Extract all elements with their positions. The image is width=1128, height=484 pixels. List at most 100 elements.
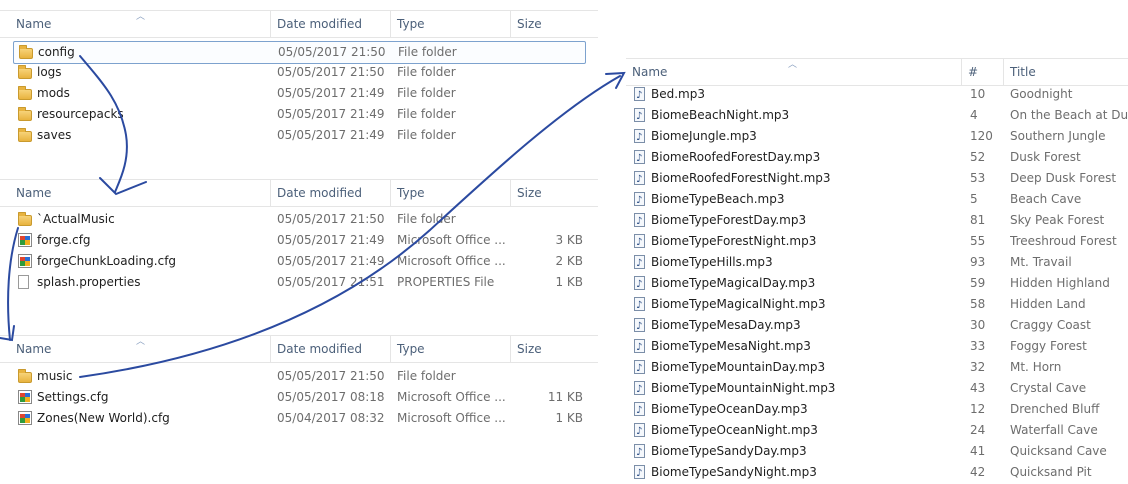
file-row[interactable]: splash.properties 05/05/2017 21:51 PROPERT… xyxy=(0,272,598,293)
track-title: Hidden Land xyxy=(1010,297,1086,311)
file-name: BiomeJungle.mp3 xyxy=(651,129,757,143)
column-header-bar: ︿ Name Date modified Type Size xyxy=(0,10,598,38)
music-file-row[interactable]: Bed.mp3 10 Goodnight xyxy=(626,84,1128,106)
file-row[interactable]: forge.cfg 05/05/2017 21:49 Microsoft Offic… xyxy=(0,230,598,251)
column-header-date[interactable]: Date modified xyxy=(271,11,391,37)
music-file-row[interactable]: BiomeTypeSandyDay.mp3 41 Quicksand Cave xyxy=(626,441,1128,463)
file-name: Zones(New World).cfg xyxy=(37,411,170,425)
file-date-modified: 05/05/2017 21:49 xyxy=(277,128,385,142)
file-row[interactable]: logs 05/05/2017 21:50 File folder xyxy=(0,62,598,83)
file-type: File folder xyxy=(397,86,456,100)
column-header-name[interactable]: Name xyxy=(10,180,271,206)
arrow-music-to-pane4-head xyxy=(605,71,626,89)
column-header-name[interactable]: Name xyxy=(626,59,962,85)
file-name: BiomeTypeBeach.mp3 xyxy=(651,192,785,206)
track-number: 52 xyxy=(970,150,986,164)
track-title: Treeshroud Forest xyxy=(1010,234,1117,248)
music-file-row[interactable]: BiomeTypeForestNight.mp3 55 Treeshroud For… xyxy=(626,231,1128,253)
explorer-pane-actualmusic: ︿ Name Date modified Type Size music 05/0… xyxy=(0,335,598,435)
folder-icon xyxy=(18,128,32,142)
music-file-row[interactable]: BiomeRoofedForestNight.mp3 53 Deep Dusk Fo… xyxy=(626,168,1128,190)
file-size: 3 KB xyxy=(555,233,583,247)
track-number: 24 xyxy=(970,423,986,437)
file-name: BiomeTypeSandyDay.mp3 xyxy=(651,444,807,458)
music-file-row[interactable]: BiomeTypeHills.mp3 93 Mt. Travail xyxy=(626,252,1128,274)
file-row[interactable]: Settings.cfg 05/05/2017 08:18 Microsoft Of… xyxy=(0,387,598,408)
file-row[interactable]: mods 05/05/2017 21:49 File folder xyxy=(0,83,598,104)
music-file-row[interactable]: BiomeTypeMesaNight.mp3 33 Foggy Forest xyxy=(626,336,1128,358)
column-header-track-number[interactable]: # xyxy=(962,59,1004,85)
file-row[interactable]: saves 05/05/2017 21:49 File folder xyxy=(0,125,598,146)
music-file-row[interactable]: BiomeTypeMagicalDay.mp3 59 Hidden Highland xyxy=(626,273,1128,295)
file-size: 11 KB xyxy=(547,390,583,404)
file-row[interactable]: Zones(New World).cfg 05/04/2017 08:32 Micr… xyxy=(0,408,598,429)
file-date-modified: 05/05/2017 21:50 xyxy=(277,65,385,79)
mp3-file-icon xyxy=(634,169,645,190)
track-title: Dusk Forest xyxy=(1010,150,1081,164)
column-header-name[interactable]: Name xyxy=(10,11,271,37)
music-file-row[interactable]: BiomeTypeMagicalNight.mp3 58 Hidden Land xyxy=(626,294,1128,316)
mp3-file-icon xyxy=(634,400,645,421)
file-row[interactable]: music 05/05/2017 21:50 File folder xyxy=(0,366,598,387)
file-row[interactable]: resourcepacks 05/05/2017 21:49 File folder xyxy=(0,104,598,125)
file-row[interactable]: `ActualMusic 05/05/2017 21:50 File folder xyxy=(0,209,598,230)
file-name: mods xyxy=(37,86,70,100)
music-file-row[interactable]: BiomeTypeMountainNight.mp3 43 Crystal Cave xyxy=(626,378,1128,400)
file-row[interactable]: config 05/05/2017 21:50 File folder xyxy=(13,41,586,64)
music-file-row[interactable]: BiomeTypeForestDay.mp3 81 Sky Peak Forest xyxy=(626,210,1128,232)
file-date-modified: 05/05/2017 21:49 xyxy=(277,254,385,268)
track-title: Goodnight xyxy=(1010,87,1073,101)
column-header-size[interactable]: Size xyxy=(511,180,598,206)
music-file-row[interactable]: BiomeRoofedForestDay.mp3 52 Dusk Forest xyxy=(626,147,1128,169)
track-title: Hidden Highland xyxy=(1010,276,1110,290)
column-header-size[interactable]: Size xyxy=(511,11,598,37)
music-file-row[interactable]: BiomeTypeSandyNight.mp3 42 Quicksand Pit xyxy=(626,462,1128,484)
file-size xyxy=(511,125,583,146)
file-name: Settings.cfg xyxy=(37,390,109,404)
cfg-file-icon xyxy=(18,254,32,268)
music-file-row[interactable]: BiomeTypeOceanNight.mp3 24 Waterfall Cave xyxy=(626,420,1128,442)
track-title: Mt. Travail xyxy=(1010,255,1072,269)
file-type: Microsoft Office ... xyxy=(397,390,506,404)
column-header-type[interactable]: Type xyxy=(391,180,511,206)
file-name: BiomeTypeMesaNight.mp3 xyxy=(651,339,811,353)
column-header-name[interactable]: Name xyxy=(10,336,271,362)
cfg-file-icon xyxy=(18,411,32,425)
folder-icon xyxy=(19,45,33,59)
column-header-date[interactable]: Date modified xyxy=(271,336,391,362)
music-file-row[interactable]: BiomeTypeOceanDay.mp3 12 Drenched Bluff xyxy=(626,399,1128,421)
explorer-pane-root: ︿ Name Date modified Type Size config 05/… xyxy=(0,10,598,150)
track-number: 43 xyxy=(970,381,986,395)
column-header-title[interactable]: Title xyxy=(1004,59,1128,85)
music-file-row[interactable]: BiomeJungle.mp3 120 Southern Jungle xyxy=(626,126,1128,148)
column-header-bar: Name Date modified Type Size xyxy=(0,179,598,207)
column-header-size[interactable]: Size xyxy=(511,336,598,362)
file-type: Microsoft Office ... xyxy=(397,254,506,268)
file-date-modified: 05/05/2017 21:50 xyxy=(277,369,385,383)
file-date-modified: 05/05/2017 08:18 xyxy=(277,390,385,404)
file-type: PROPERTIES File xyxy=(397,275,495,289)
column-header-type[interactable]: Type xyxy=(391,336,511,362)
music-file-row[interactable]: BiomeTypeMountainDay.mp3 32 Mt. Horn xyxy=(626,357,1128,379)
track-number: 41 xyxy=(970,444,986,458)
folder-icon xyxy=(18,65,32,79)
mp3-file-icon xyxy=(634,211,645,232)
music-file-row[interactable]: BiomeTypeMesaDay.mp3 30 Craggy Coast xyxy=(626,315,1128,337)
folder-icon xyxy=(18,212,32,226)
column-header-type[interactable]: Type xyxy=(391,11,511,37)
music-file-row[interactable]: BiomeBeachNight.mp3 4 On the Beach at Dusk xyxy=(626,105,1128,127)
file-name: BiomeTypeOceanNight.mp3 xyxy=(651,423,818,437)
file-date-modified: 05/04/2017 08:32 xyxy=(277,411,385,425)
file-size: 1 KB xyxy=(555,275,583,289)
explorer-pane-config: Name Date modified Type Size `ActualMusi… xyxy=(0,179,598,299)
file-row[interactable]: forgeChunkLoading.cfg 05/05/2017 21:49 Mic… xyxy=(0,251,598,272)
file-type: File folder xyxy=(397,128,456,142)
file-name: BiomeTypeMagicalNight.mp3 xyxy=(651,297,826,311)
file-size xyxy=(512,42,584,63)
mp3-file-icon xyxy=(634,85,645,106)
file-type: File folder xyxy=(397,65,456,79)
music-file-row[interactable]: BiomeTypeBeach.mp3 5 Beach Cave xyxy=(626,189,1128,211)
file-name: logs xyxy=(37,65,62,79)
column-header-date[interactable]: Date modified xyxy=(271,180,391,206)
file-name: BiomeTypeMesaDay.mp3 xyxy=(651,318,801,332)
